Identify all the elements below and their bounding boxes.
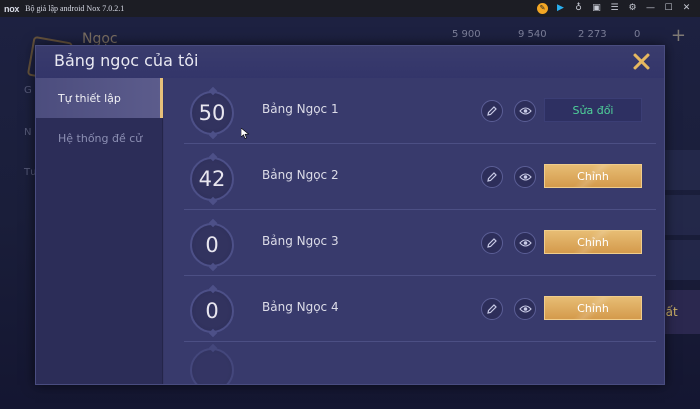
- bg-side-label: N: [24, 127, 32, 138]
- level-number: 0: [205, 233, 219, 257]
- pencil-icon: [487, 172, 497, 182]
- bg-side-panel: [664, 240, 700, 280]
- gold-count: 9 540: [518, 29, 547, 40]
- play-icon[interactable]: ▶: [555, 3, 566, 14]
- list-icon[interactable]: ☰: [609, 3, 620, 14]
- tab-custom[interactable]: Tự thiết lập: [36, 78, 163, 118]
- level-badge: 0: [190, 223, 234, 267]
- gear-icon[interactable]: ⚙: [627, 3, 638, 14]
- level-badge: 50: [190, 91, 234, 135]
- close-dialog-button[interactable]: [630, 50, 652, 72]
- modify-button[interactable]: Sửa đổi: [544, 98, 642, 122]
- rune-page-dialog: Bảng ngọc của tôi Tự thiết lập Hệ thống …: [35, 45, 665, 385]
- list-item: 0 Bảng Ngọc 4 Chỉnh: [184, 276, 656, 342]
- eye-icon: [518, 107, 532, 115]
- rune-page-list[interactable]: 50 Bảng Ngọc 1 Sửa đổi 42 Bảng Ngọc 2 Ch…: [164, 78, 664, 384]
- level-number: 0: [205, 299, 219, 323]
- mouse-cursor-icon: [241, 128, 249, 139]
- maximize-icon[interactable]: ☐: [663, 3, 674, 14]
- nox-logo: nox: [4, 3, 20, 14]
- eye-icon: [518, 305, 532, 313]
- level-number: 42: [198, 167, 226, 191]
- eye-icon: [518, 173, 532, 181]
- bg-side-panel: [664, 150, 700, 190]
- gem-count: 5 900: [452, 29, 481, 40]
- close-icon[interactable]: ✕: [681, 3, 692, 14]
- rune-page-name: Bảng Ngọc 1: [262, 102, 339, 116]
- rename-button[interactable]: [481, 232, 503, 254]
- list-item: 0 Bảng Ngọc 3 Chỉnh: [184, 210, 656, 276]
- dialog-header: Bảng ngọc của tôi: [36, 46, 664, 78]
- preview-button[interactable]: [514, 166, 536, 188]
- screenshot-icon[interactable]: ▣: [591, 3, 602, 14]
- rename-button[interactable]: [481, 298, 503, 320]
- mic-icon[interactable]: ♁: [573, 3, 584, 14]
- dialog-title: Bảng ngọc của tôi: [54, 51, 199, 70]
- bg-side-label: G: [24, 85, 32, 96]
- level-badge: 42: [190, 157, 234, 201]
- add-currency-icon[interactable]: +: [671, 25, 686, 46]
- list-item: 50 Bảng Ngọc 1 Sửa đổi: [184, 78, 656, 144]
- level-number: 50: [198, 101, 226, 125]
- rune-page-name: Bảng Ngọc 2: [262, 168, 339, 182]
- rename-button[interactable]: [481, 166, 503, 188]
- emulator-titlebar: nox Bộ giả lập android Nox 7.0.2.1 ✎ ▶ ♁…: [0, 0, 700, 17]
- edit-button[interactable]: Chỉnh: [544, 164, 642, 188]
- minimize-icon[interactable]: —: [645, 3, 656, 14]
- level-badge: 0: [190, 289, 234, 333]
- preview-button[interactable]: [514, 298, 536, 320]
- edit-button[interactable]: Chỉnh: [544, 230, 642, 254]
- card-count: 0: [634, 29, 641, 40]
- preview-button[interactable]: [514, 100, 536, 122]
- rune-page-name: Bảng Ngọc 4: [262, 300, 339, 314]
- dialog-sidebar: Tự thiết lập Hệ thống đề cử: [36, 78, 163, 384]
- list-item: 42 Bảng Ngọc 2 Chỉnh: [184, 144, 656, 210]
- pencil-icon: [487, 304, 497, 314]
- rune-page-name: Bảng Ngọc 3: [262, 234, 339, 248]
- tab-label: Hệ thống đề cử: [58, 131, 143, 145]
- tab-label: Tự thiết lập: [58, 91, 121, 105]
- pencil-icon: [487, 106, 497, 116]
- ruby-count: 2 273: [578, 29, 607, 40]
- edit-button[interactable]: Chỉnh: [544, 296, 642, 320]
- orange-circle-icon[interactable]: ✎: [537, 3, 548, 14]
- level-badge: [190, 348, 234, 384]
- tab-recommended[interactable]: Hệ thống đề cử: [36, 118, 163, 158]
- pencil-icon: [487, 238, 497, 248]
- eye-icon: [518, 239, 532, 247]
- rename-button[interactable]: [481, 100, 503, 122]
- bg-side-panel: [664, 195, 700, 235]
- window-title: Bộ giả lập android Nox 7.0.2.1: [25, 4, 125, 13]
- preview-button[interactable]: [514, 232, 536, 254]
